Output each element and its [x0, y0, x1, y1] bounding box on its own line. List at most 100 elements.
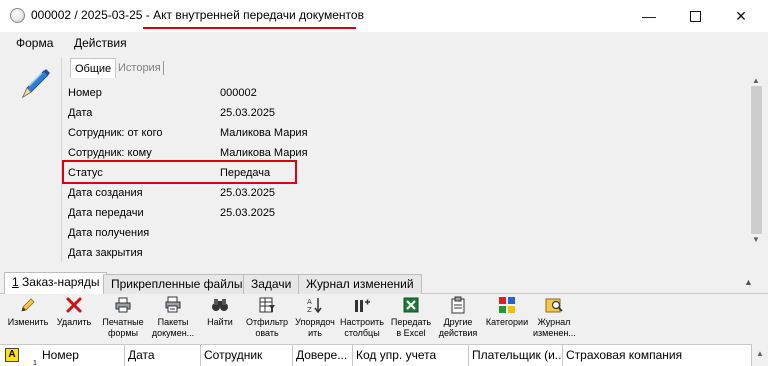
window-title-main: Акт внутренней передачи документов	[153, 8, 364, 22]
configure-columns-button[interactable]: Настроить столбцы	[339, 296, 385, 339]
column-header-account-code[interactable]: Код упр. учета	[353, 345, 469, 366]
packages-label-line2: докумен...	[151, 328, 195, 338]
field-value[interactable]: 25.03.2025	[220, 207, 275, 219]
close-icon: ✕	[735, 7, 747, 24]
field-value[interactable]: Маликова Мария	[220, 147, 308, 159]
tab-change-log[interactable]: Журнал изменений	[298, 274, 422, 294]
sort-label-line2: ить	[308, 328, 322, 338]
delete-label: Удалить	[56, 317, 92, 327]
field-value[interactable]: 25.03.2025	[220, 187, 275, 199]
field-label: Номер	[68, 87, 102, 99]
tab-general[interactable]: Общие	[70, 58, 117, 78]
svg-text:Z: Z	[307, 306, 312, 314]
bottom-tabs: 1 Заказ-наряды Прикрепленные файлы Задач…	[0, 272, 768, 294]
minimize-icon: —	[642, 8, 656, 24]
tab-history[interactable]: История	[114, 58, 165, 78]
packages-label-line1: Пакеты	[157, 317, 189, 327]
find-label: Найти	[207, 317, 233, 327]
columns-icon	[355, 299, 370, 312]
grid-mode-badge[interactable]: A	[5, 348, 19, 362]
sort-icon: AZ	[307, 298, 322, 314]
grid-scroll-up-icon[interactable]: ▲	[756, 349, 764, 358]
printer-icon	[115, 297, 131, 313]
menu-actions[interactable]: Действия	[74, 36, 127, 50]
splitter[interactable]	[0, 264, 768, 272]
field-label: Сотрудник: от кого	[68, 127, 163, 139]
field-label: Дата получения	[68, 227, 150, 239]
journal-label-line2: изменен...	[533, 328, 576, 338]
form-icon-panel	[6, 57, 62, 262]
pen-icon	[21, 69, 50, 99]
print-forms-button[interactable]: Печатные формы	[100, 296, 146, 339]
tab-work-orders[interactable]: 1 Заказ-наряды	[4, 272, 108, 294]
change-journal-button[interactable]: Журнал изменен...	[533, 296, 576, 339]
filter-table-icon	[259, 297, 275, 313]
window-title: 000002 / 2025-03-25 - Акт внутренней пер…	[31, 8, 364, 22]
categories-icon	[499, 297, 515, 313]
form-scrollbar[interactable]: ▲ ▼	[748, 74, 765, 246]
tab-work-orders-hotkey: 1	[12, 275, 19, 289]
field-value[interactable]: Маликова Мария	[220, 127, 308, 139]
title-underline-annotation	[143, 27, 356, 29]
field-label: Дата	[68, 107, 93, 119]
delete-button[interactable]: Удалить	[54, 296, 94, 328]
edit-button[interactable]: Изменить	[6, 296, 50, 328]
grid-header: A 1 Номер Дата Сотрудник Довере... Код у…	[0, 344, 768, 366]
excel-label-line1: Передать	[390, 317, 432, 327]
collapse-icon[interactable]: ▲	[744, 277, 753, 287]
field-row-transfer-date: Дата передачи 25.03.2025	[66, 204, 746, 224]
sort-button[interactable]: AZ Упорядоч ить	[294, 296, 336, 339]
columns-label-line2: столбцы	[344, 328, 380, 338]
filter-label-line1: Отфильтр	[246, 317, 288, 327]
document-packages-button[interactable]: Пакеты докумен...	[150, 296, 196, 339]
svg-text:A: A	[307, 298, 312, 306]
field-label: Дата создания	[68, 187, 143, 199]
column-header-trust[interactable]: Довере...	[293, 345, 353, 366]
scroll-down-icon[interactable]: ▼	[752, 235, 760, 244]
form-area: Общие История Номер 000002 Дата 25.03.20…	[0, 54, 768, 264]
app-icon	[10, 8, 25, 23]
field-label: Дата закрытия	[68, 247, 143, 259]
journal-label-line1: Журнал	[537, 317, 571, 327]
column-header-date[interactable]: Дата	[125, 345, 201, 366]
journal-search-icon	[545, 298, 563, 313]
column-header-number[interactable]: Номер	[39, 345, 125, 366]
window-title-prefix: 000002 / 2025-03-25 -	[31, 8, 154, 22]
clipboard-icon	[451, 296, 465, 314]
tab-tasks[interactable]: Задачи	[243, 274, 300, 294]
grid-scrollbar[interactable]: ▲	[752, 344, 768, 366]
column-header-employee[interactable]: Сотрудник	[201, 345, 293, 366]
field-row-number: Номер 000002	[66, 84, 746, 104]
other-actions-button[interactable]: Другие действия	[437, 296, 479, 339]
title-bar: 000002 / 2025-03-25 - Акт внутренней пер…	[0, 0, 768, 32]
filter-button[interactable]: Отфильтр овать	[244, 296, 290, 339]
find-button[interactable]: Найти	[202, 296, 238, 328]
tab-attached-files[interactable]: Прикрепленные файлы	[103, 274, 251, 294]
field-row-received-date: Дата получения	[66, 224, 746, 244]
scroll-up-icon[interactable]: ▲	[752, 76, 760, 85]
printer-stack-icon	[165, 296, 181, 313]
binoculars-icon	[212, 299, 228, 311]
column-header-insurance[interactable]: Страховая компания	[563, 345, 752, 366]
delete-x-icon	[66, 297, 82, 313]
menu-form[interactable]: Форма	[16, 36, 53, 50]
categories-button[interactable]: Категории	[484, 296, 530, 328]
field-value[interactable]: 000002	[220, 87, 257, 99]
export-excel-button[interactable]: Передать в Excel	[390, 296, 432, 339]
maximize-button[interactable]	[672, 0, 718, 32]
close-button[interactable]: ✕	[718, 0, 764, 32]
field-value[interactable]: 25.03.2025	[220, 107, 275, 119]
excel-label-line2: в Excel	[396, 328, 426, 338]
other-label-line1: Другие	[443, 317, 473, 327]
minimize-button[interactable]: —	[626, 0, 672, 32]
categories-label: Категории	[485, 317, 529, 327]
field-row-employee-from: Сотрудник: от кого Маликова Мария	[66, 124, 746, 144]
row-number: 1	[33, 360, 37, 366]
status-highlight-annotation	[62, 160, 297, 184]
edit-label: Изменить	[7, 317, 49, 327]
column-header-payer[interactable]: Плательщик (и...	[469, 345, 563, 366]
field-row-date: Дата 25.03.2025	[66, 104, 746, 124]
print-forms-label-line1: Печатные	[102, 317, 144, 327]
field-label: Дата передачи	[68, 207, 144, 219]
scroll-thumb[interactable]	[751, 86, 762, 234]
